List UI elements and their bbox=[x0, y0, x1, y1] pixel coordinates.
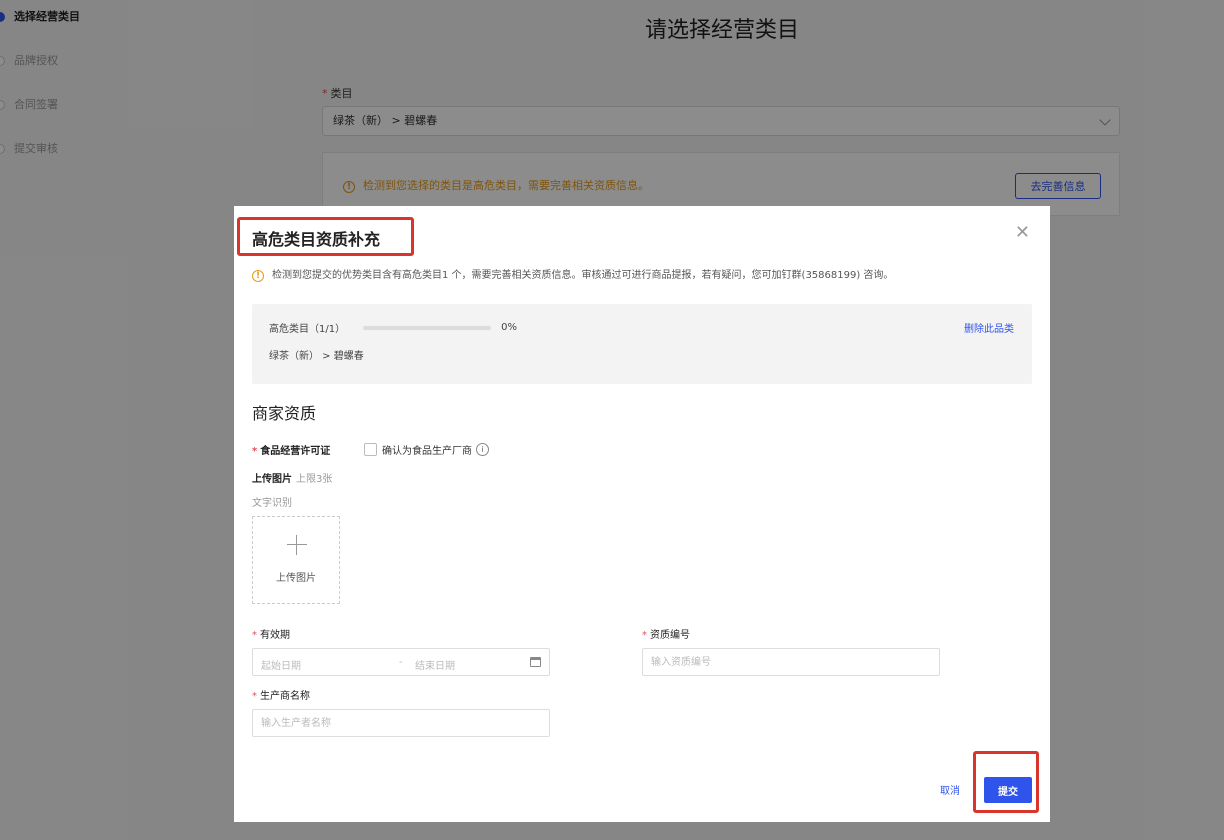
ocr-label: 文字识别 bbox=[252, 498, 292, 509]
manufacturer-label-text: 生产商名称 bbox=[260, 691, 310, 702]
category-path: 绿茶（新） > 碧螺春 bbox=[269, 351, 364, 362]
required-mark: * bbox=[642, 630, 647, 641]
modal-warning-text: 检测到您提交的优势类目含有高危类目1 个，需要完善相关资质信息。审核通过可进行商… bbox=[272, 270, 894, 281]
upload-button-label: 上传图片 bbox=[276, 573, 316, 584]
modal-warning: ! 检测到您提交的优势类目含有高危类目1 个，需要完善相关资质信息。审核通过可进行… bbox=[252, 266, 893, 282]
cert-no-label: * 资质编号 bbox=[642, 626, 690, 641]
upload-label-text: 上传图片 bbox=[252, 474, 292, 485]
cert-no-input[interactable] bbox=[642, 648, 940, 676]
cancel-button[interactable]: 取消 bbox=[940, 782, 960, 797]
modal-title: 高危类目资质补充 bbox=[252, 230, 381, 249]
cert-no-label-text: 资质编号 bbox=[650, 630, 690, 641]
upload-label: 上传图片 上限3张 bbox=[252, 470, 332, 485]
category-progress-row: 高危类目（1/1） 0% bbox=[269, 320, 517, 335]
end-date-placeholder[interactable]: 结束日期 bbox=[415, 657, 455, 672]
manufacturer-checkbox[interactable] bbox=[364, 443, 377, 456]
license-label-text: 食品经营许可证 bbox=[260, 446, 331, 457]
warning-icon: ! bbox=[252, 270, 264, 282]
high-risk-category-card: 高危类目（1/1） 0% 绿茶（新） > 碧螺春 删除此品类 bbox=[252, 304, 1032, 384]
category-count: 高危类目（1/1） bbox=[269, 324, 346, 335]
manufacturer-label: * 生产商名称 bbox=[252, 687, 310, 702]
progress-bar bbox=[363, 325, 492, 330]
validity-date-range[interactable]: 起始日期 - 结束日期 bbox=[252, 648, 550, 676]
delete-category-link[interactable]: 删除此品类 bbox=[964, 320, 1014, 335]
manufacturer-confirm: 确认为食品生产厂商 i bbox=[364, 442, 489, 457]
manufacturer-input[interactable] bbox=[252, 709, 550, 737]
date-separator: - bbox=[399, 657, 403, 668]
qualification-modal: 高危类目资质补充 ✕ ! 检测到您提交的优势类目含有高危类目1 个，需要完善相关资… bbox=[234, 206, 1050, 822]
start-date-placeholder[interactable]: 起始日期 bbox=[261, 657, 301, 672]
section-title: 商家资质 bbox=[252, 404, 317, 423]
required-mark: * bbox=[252, 630, 257, 641]
required-mark: * bbox=[252, 446, 258, 457]
info-icon[interactable]: i bbox=[476, 443, 489, 456]
upload-image-button[interactable]: 上传图片 bbox=[252, 516, 340, 604]
close-icon[interactable]: ✕ bbox=[1015, 222, 1030, 243]
required-mark: * bbox=[252, 691, 257, 702]
progress-text: 0% bbox=[501, 322, 517, 333]
calendar-icon bbox=[530, 657, 541, 667]
license-label: * 食品经营许可证 bbox=[252, 442, 330, 457]
submit-button[interactable]: 提交 bbox=[984, 777, 1032, 803]
checkbox-label[interactable]: 确认为食品生产厂商 bbox=[382, 442, 472, 457]
plus-icon bbox=[287, 535, 307, 555]
upload-limit: 上限3张 bbox=[296, 474, 333, 485]
validity-label-text: 有效期 bbox=[260, 630, 290, 641]
validity-label: * 有效期 bbox=[252, 626, 290, 641]
